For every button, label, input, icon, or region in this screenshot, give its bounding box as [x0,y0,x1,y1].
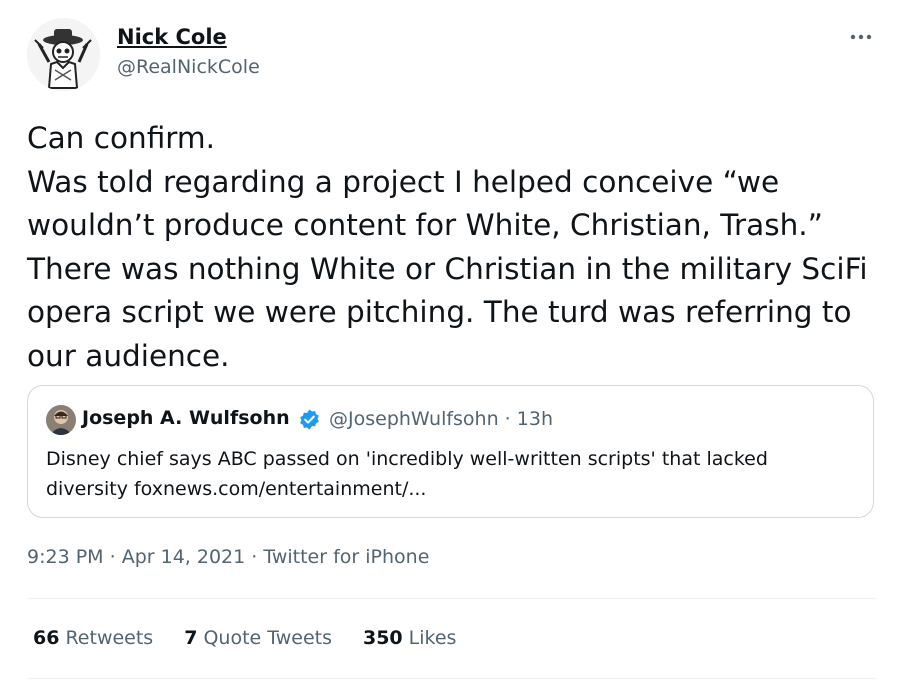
verified-badge-icon [300,409,319,430]
person-photo-icon [46,405,76,435]
tweet-stats: 66 Retweets 7 Quote Tweets 350 Likes [33,627,456,649]
retweets-label: Retweets [65,627,154,649]
tweet-meta: 9:23 PM · Apr 14, 2021 · Twitter for iPh… [27,546,429,568]
cowboy-skull-avatar-icon [27,18,100,91]
more-options-button[interactable] [846,26,876,48]
divider [27,598,877,599]
likes-stat[interactable]: 350 Likes [363,627,456,649]
meta-separator: · [251,546,258,568]
tweet-date[interactable]: Apr 14, 2021 [122,546,246,568]
author-name[interactable]: Nick Cole [117,25,227,49]
quoted-handle-time: @JosephWulfsohn · 13h [329,408,553,430]
quoted-author-avatar [46,405,76,435]
quoted-tweet[interactable]: Joseph A. Wulfsohn @JosephWulfsohn · 13h… [27,385,874,518]
more-dots-icon [850,34,872,40]
likes-label: Likes [408,627,457,649]
quoted-author-name: Joseph A. Wulfsohn [82,407,290,429]
author-handle[interactable]: @RealNickCole [117,56,260,78]
tweet-time[interactable]: 9:23 PM [27,546,104,568]
tweet-text: Can confirm. Was told regarding a projec… [27,121,868,373]
likes-count: 350 [362,627,403,649]
divider [27,678,877,679]
retweets-count: 66 [33,627,60,649]
tweet-source[interactable]: Twitter for iPhone [263,546,429,568]
retweets-stat[interactable]: 66 Retweets [33,627,153,649]
quoted-tweet-text: Disney chief says ABC passed on 'incredi… [46,448,768,500]
quote-tweets-stat[interactable]: 7 Quote Tweets [184,627,332,649]
quote-tweets-label: Quote Tweets [203,627,332,649]
meta-separator: · [109,546,116,568]
author-avatar[interactable] [27,18,100,91]
quote-tweets-count: 7 [184,627,198,649]
